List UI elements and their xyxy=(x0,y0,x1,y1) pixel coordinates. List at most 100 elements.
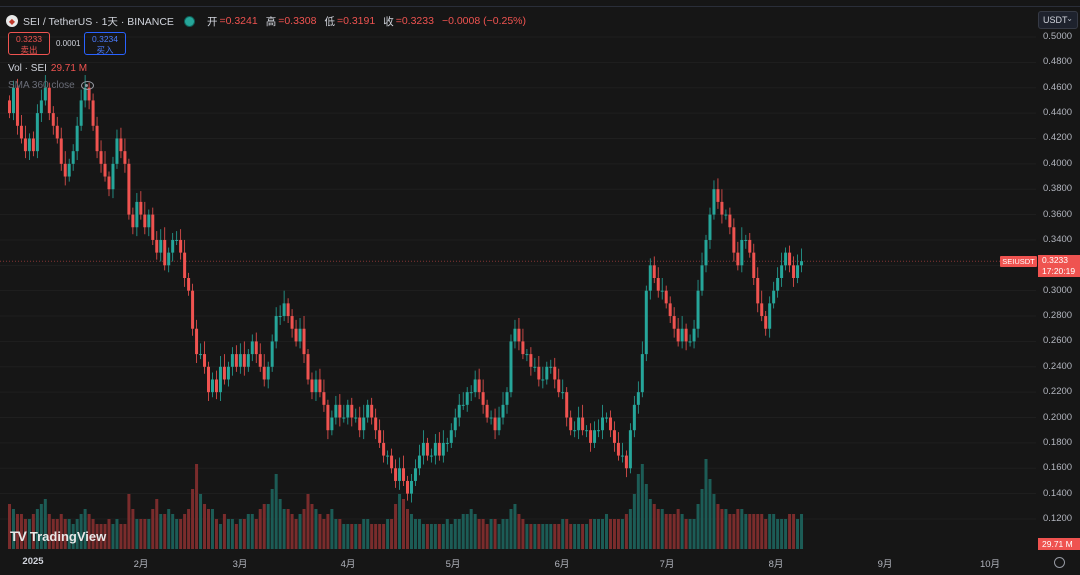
volume-bar xyxy=(151,509,155,549)
volume-bar xyxy=(509,509,513,549)
volume-bar xyxy=(688,519,692,549)
candle-body xyxy=(624,455,628,469)
volume-bar xyxy=(732,514,736,549)
candle-body xyxy=(696,290,700,329)
candle-body xyxy=(513,328,517,342)
candle-body xyxy=(597,430,601,432)
candle-body xyxy=(59,138,63,164)
candle-body xyxy=(417,455,421,469)
candle-body xyxy=(187,278,191,291)
volume-bar xyxy=(123,524,127,549)
volume-bar xyxy=(163,514,167,549)
sell-button[interactable]: 0.3233 卖出 xyxy=(8,32,50,55)
candle-body xyxy=(437,442,441,456)
buy-price: 0.3234 xyxy=(92,34,118,44)
sma-legend[interactable]: SMA 360 close xyxy=(8,80,94,91)
volume-bar xyxy=(167,509,171,549)
volume-bar xyxy=(628,509,632,549)
candle-body xyxy=(163,239,167,266)
volume-bar xyxy=(740,509,744,549)
candle-body xyxy=(135,201,139,228)
price-tick: 0.2600 xyxy=(1043,335,1073,347)
candle-body xyxy=(147,214,151,228)
low-value: =0.3191 xyxy=(336,15,376,27)
volume-bar xyxy=(453,519,457,549)
symbol-badge: SEIUSDT xyxy=(1000,256,1037,267)
volume-legend[interactable]: Vol · SEI 29.71 M xyxy=(8,63,87,74)
volume-bar xyxy=(660,509,664,549)
volume-bar xyxy=(326,514,330,549)
volume-bar xyxy=(449,524,453,549)
volume-badge: 29.71 M xyxy=(1038,538,1080,550)
settings-icon[interactable] xyxy=(1054,557,1065,568)
candle-body xyxy=(342,417,346,419)
volume-bar xyxy=(214,519,218,549)
volume-bar xyxy=(792,514,796,549)
candle-body xyxy=(298,328,302,342)
candle-body xyxy=(768,303,772,329)
candle-body xyxy=(214,379,218,393)
candle-body xyxy=(67,163,71,177)
price-tick: 0.1600 xyxy=(1043,462,1073,474)
volume-bar xyxy=(322,519,326,549)
candle-body xyxy=(314,379,318,393)
volume-bar xyxy=(334,519,338,549)
close-label: 收 xyxy=(383,15,394,28)
candle-body xyxy=(326,404,330,431)
candle-body xyxy=(445,442,449,444)
candle-body xyxy=(453,417,457,431)
volume-bar xyxy=(680,514,684,549)
chevron-down-icon: ⌄ xyxy=(1066,14,1073,23)
candle-body xyxy=(310,379,314,393)
candle-body xyxy=(581,417,585,431)
candle-body xyxy=(8,100,11,114)
volume-bar xyxy=(119,524,123,549)
volume-bar xyxy=(696,504,700,549)
tradingview-logo-icon: TV xyxy=(10,528,27,544)
symbol-legend: ◆ SEI / TetherUS · 1天 · BINANCE 开 =0.3241… xyxy=(6,13,534,29)
candle-body xyxy=(529,354,533,367)
currency-select[interactable]: USDT ⌄ xyxy=(1038,11,1078,29)
volume-bar xyxy=(302,509,306,549)
volume-bar xyxy=(517,514,521,549)
candle-body xyxy=(752,252,756,278)
buy-button[interactable]: 0.3234 买入 xyxy=(84,32,126,55)
candle-body xyxy=(517,328,521,342)
candle-body xyxy=(358,417,362,431)
volume-bar xyxy=(461,514,465,549)
candle-body xyxy=(47,87,51,114)
volume-bar xyxy=(175,519,179,549)
volume-bar xyxy=(230,519,234,549)
candle-body xyxy=(457,404,461,418)
buy-label: 买入 xyxy=(96,45,114,55)
price-chart[interactable] xyxy=(0,0,1080,575)
candle-body xyxy=(748,239,752,253)
eye-icon[interactable] xyxy=(80,81,94,90)
volume-bar xyxy=(350,524,354,549)
volume-bar xyxy=(127,494,131,549)
volume-bar xyxy=(668,514,672,549)
tradingview-logo[interactable]: TV TradingView xyxy=(10,528,106,544)
candle-body xyxy=(736,252,740,266)
candle-body xyxy=(111,163,115,190)
candle-body xyxy=(688,341,692,343)
volume-bar xyxy=(708,479,712,549)
candle-body xyxy=(179,239,183,253)
volume-bar xyxy=(573,524,577,549)
volume-bar xyxy=(258,509,262,549)
candle-body xyxy=(485,404,489,418)
volume-bar xyxy=(115,519,119,549)
candle-body xyxy=(370,404,374,418)
volume-bar xyxy=(346,524,350,549)
price-tick: 0.1800 xyxy=(1043,436,1073,448)
volume-bar xyxy=(298,514,302,549)
volume-bar xyxy=(756,514,760,549)
candle-body xyxy=(234,354,238,367)
candle-body xyxy=(350,404,354,418)
last-price-badge: 0.3233 17:20:19 xyxy=(1038,255,1080,277)
price-tick: 0.1400 xyxy=(1043,487,1073,499)
symbol-title[interactable]: SEI / TetherUS · 1天 · BINANCE xyxy=(23,14,174,29)
candle-body xyxy=(322,392,326,405)
candle-body xyxy=(330,417,334,431)
candle-body xyxy=(724,214,728,216)
